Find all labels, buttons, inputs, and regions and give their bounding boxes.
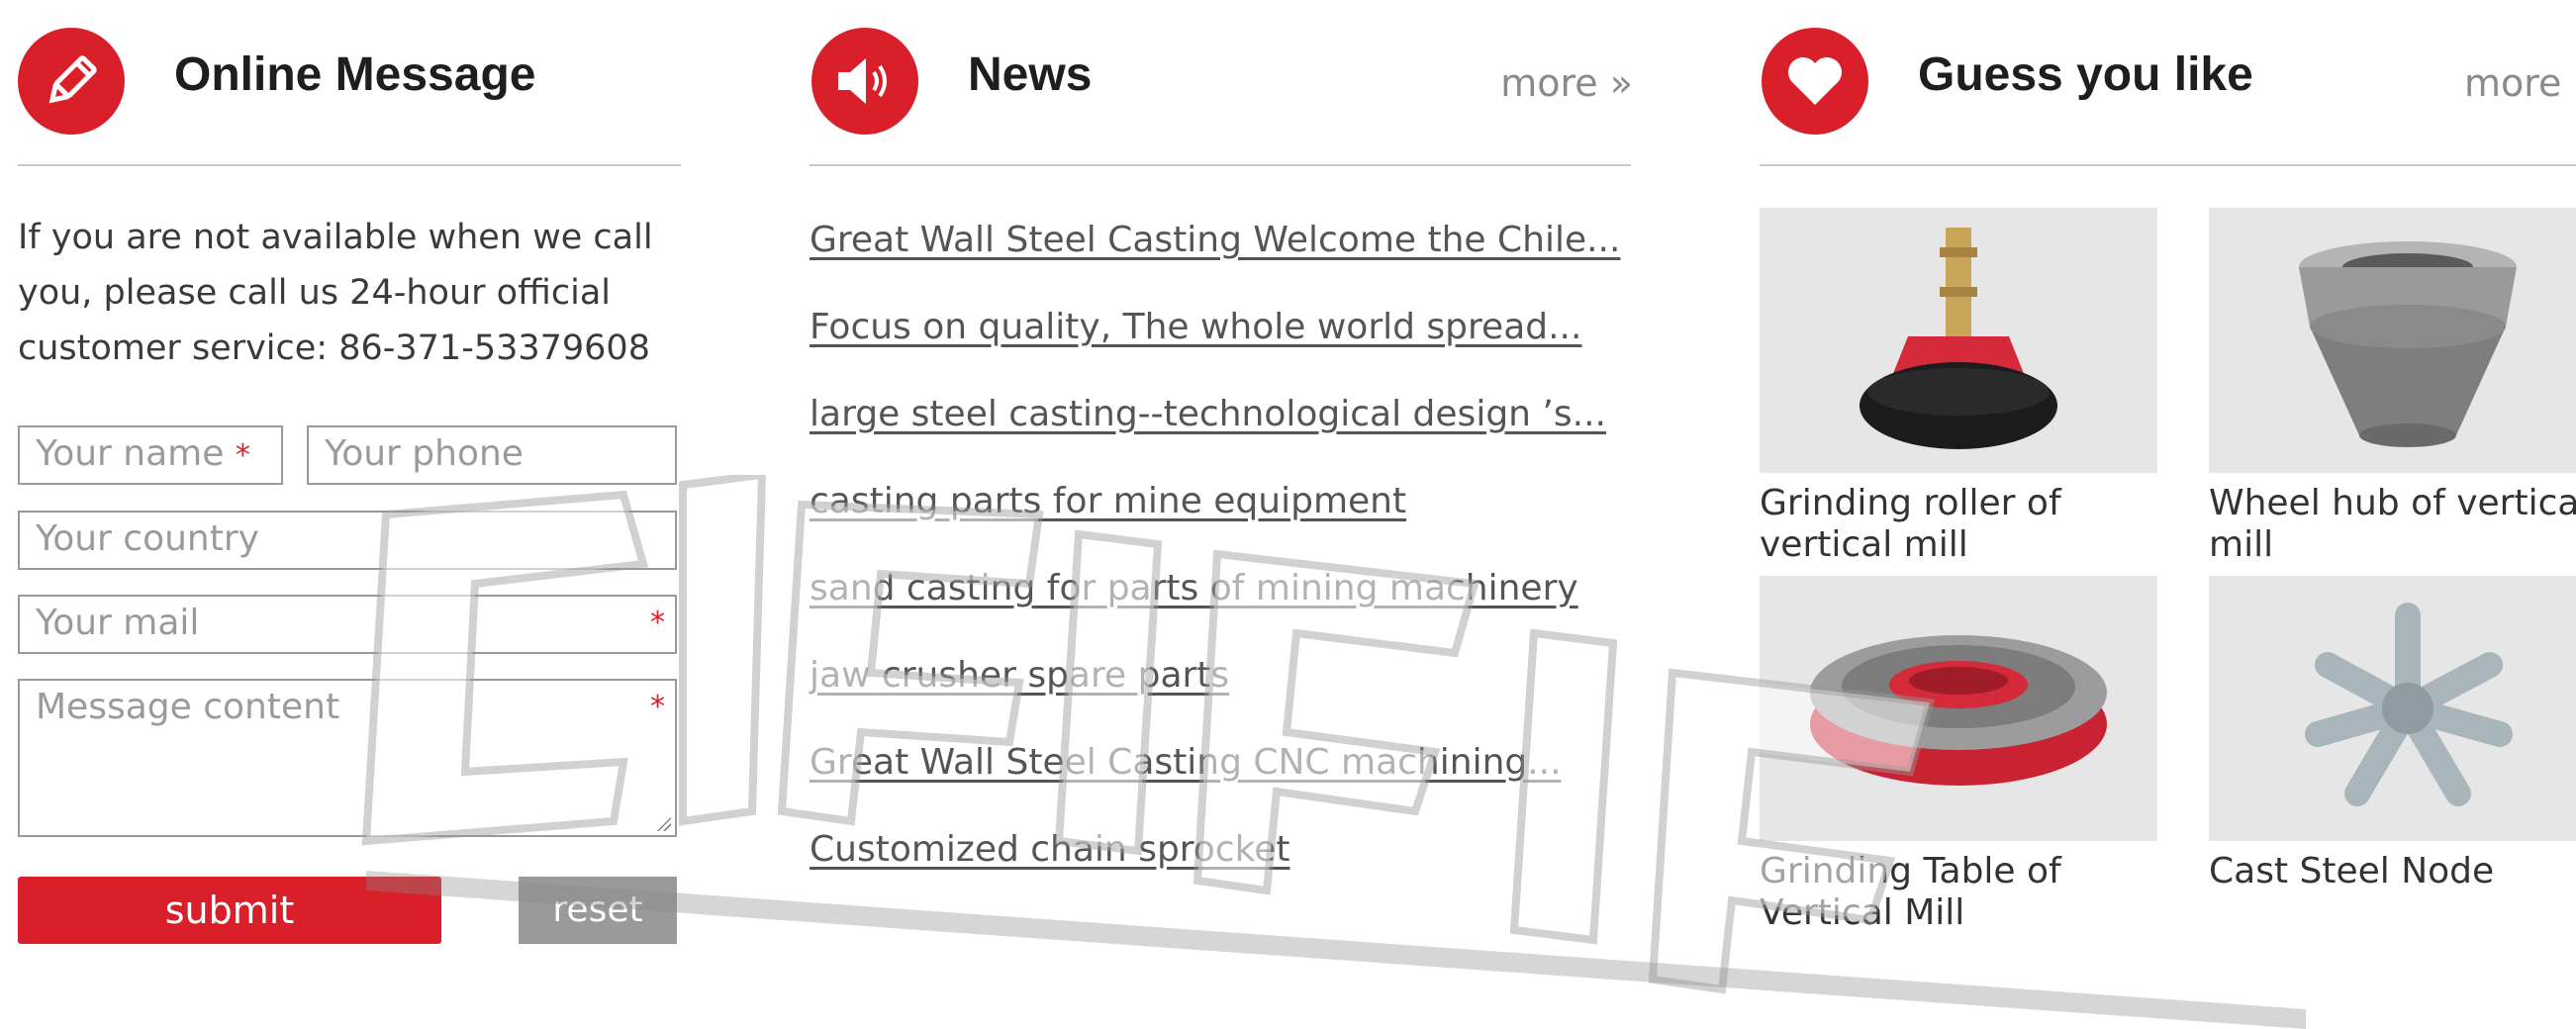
name-placeholder: Your name: [36, 433, 225, 474]
guess-you-like-panel: Guess you like more » Grinding roller of…: [1742, 0, 2576, 1012]
news-title: News: [968, 48, 1093, 101]
news-link[interactable]: Great Wall Steel Casting Welcome the Chi…: [810, 220, 1620, 260]
divider: [18, 164, 681, 166]
message-intro: If you are not available when we call yo…: [18, 218, 653, 368]
phone-placeholder: Your phone: [325, 433, 524, 474]
list-item: large steel casting--technological desig…: [810, 384, 1641, 471]
required-mark: *: [235, 438, 250, 473]
submit-button[interactable]: submit: [18, 877, 441, 944]
message-placeholder: Message content: [36, 687, 340, 727]
country-input[interactable]: Your country: [18, 511, 677, 570]
product-caption[interactable]: Cast Steel Node: [2209, 851, 2576, 892]
news-link[interactable]: large steel casting--technological desig…: [810, 394, 1606, 434]
phone-input[interactable]: Your phone: [307, 425, 677, 485]
divider: [1760, 164, 2576, 166]
divider: [810, 164, 1631, 166]
news-link[interactable]: Customized chain sprocket: [810, 829, 1289, 870]
pencil-icon: [18, 28, 125, 135]
news-link[interactable]: sand casting for parts of mining machine…: [810, 568, 1578, 608]
list-item: Great Wall Steel Casting Welcome the Chi…: [810, 210, 1641, 297]
online-message-title: Online Message: [174, 48, 536, 101]
product-caption[interactable]: Grinding Table of Vertical Mill: [1760, 851, 2157, 934]
news-panel: News more » Great Wall Steel Casting Wel…: [792, 0, 1643, 1012]
news-list: Great Wall Steel Casting Welcome the Chi…: [810, 210, 1641, 906]
product-caption[interactable]: Grinding roller of vertical mill: [1760, 483, 2157, 566]
product-caption[interactable]: Wheel hub of vertical mill: [2209, 483, 2576, 566]
grinding-table-image[interactable]: [1760, 576, 2157, 841]
online-message-header: Online Message: [18, 28, 683, 137]
product-card[interactable]: Grinding roller of vertical mill: [1760, 208, 2157, 566]
news-link[interactable]: Focus on quality, The whole world spread…: [810, 307, 1581, 347]
news-link[interactable]: jaw crusher spare parts: [810, 655, 1229, 696]
list-item: sand casting for parts of mining machine…: [810, 558, 1641, 645]
resize-handle-icon[interactable]: [655, 815, 671, 831]
speaker-icon: [811, 28, 918, 135]
country-placeholder: Your country: [36, 518, 259, 559]
product-card[interactable]: Cast Steel Node: [2209, 576, 2576, 892]
reset-button[interactable]: reset: [519, 877, 677, 944]
mail-placeholder: Your mail: [36, 603, 200, 643]
list-item: jaw crusher spare parts: [810, 645, 1641, 732]
heart-icon: [1762, 28, 1868, 135]
product-card[interactable]: Wheel hub of vertical mill: [2209, 208, 2576, 566]
message-content-textarea[interactable]: Message content *: [18, 679, 677, 837]
required-mark: *: [650, 690, 665, 724]
mail-input[interactable]: Your mail *: [18, 595, 677, 654]
name-input[interactable]: Your name *: [18, 425, 283, 485]
list-item: Great Wall Steel Casting CNC machining..…: [810, 732, 1641, 819]
news-link[interactable]: Great Wall Steel Casting CNC machining..…: [810, 742, 1562, 783]
list-item: casting parts for mine equipment: [810, 471, 1641, 558]
guess-you-like-header: Guess you like more »: [1762, 28, 2576, 137]
wheel-hub-image[interactable]: [2209, 208, 2576, 473]
cast-steel-node-image[interactable]: [2209, 576, 2576, 841]
required-mark: *: [650, 606, 665, 640]
guess-more-link[interactable]: more »: [2464, 61, 2576, 105]
grinding-roller-image[interactable]: [1760, 208, 2157, 473]
product-card[interactable]: Grinding Table of Vertical Mill: [1760, 576, 2157, 934]
news-link[interactable]: casting parts for mine equipment: [810, 481, 1406, 521]
online-message-panel: Online Message If you are not available …: [0, 0, 683, 1012]
news-header: News more »: [811, 28, 1643, 137]
guess-you-like-title: Guess you like: [1918, 48, 2253, 101]
list-item: Customized chain sprocket: [810, 819, 1641, 906]
news-more-link[interactable]: more »: [1500, 61, 1633, 105]
list-item: Focus on quality, The whole world spread…: [810, 297, 1641, 384]
